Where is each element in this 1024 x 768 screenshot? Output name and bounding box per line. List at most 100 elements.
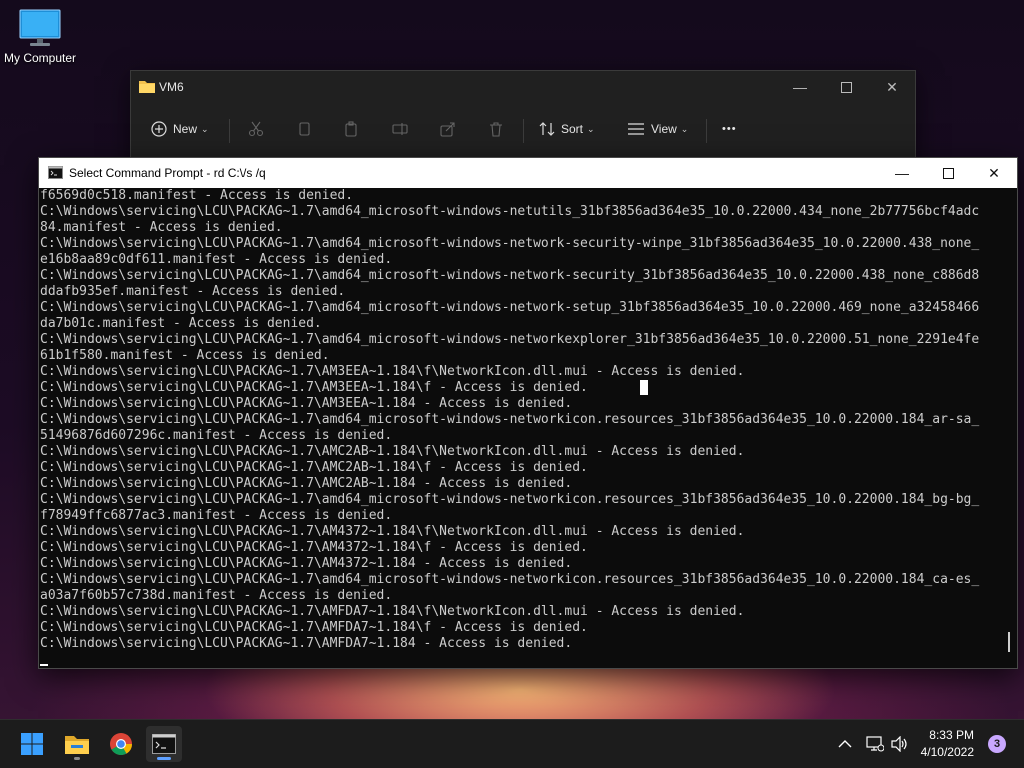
desktop-icon-my-computer[interactable]: My Computer [2,8,78,65]
toolbar-divider [706,119,707,143]
monitor-icon [19,9,61,46]
console-line: da7b01c.manifest - Access is denied. [40,316,322,331]
console-line: f6569d0c518.manifest - Access is denied. [40,188,354,203]
windows-logo-icon [21,733,43,755]
view-lines-icon [628,123,644,135]
file-explorer-taskbar-button[interactable] [59,726,95,762]
console-line: C:\Windows\servicing\LCU\PACKAG~1.7\amd6… [40,412,980,427]
console-line: f78949ffc6877ac3.manifest - Access is de… [40,508,393,523]
console-line: e16b8aa89c0df611.manifest - Access is de… [40,252,393,267]
toolbar-divider [229,119,230,143]
notification-badge[interactable]: 3 [988,735,1006,753]
clipboard-icon [345,121,357,137]
clock-time: 8:33 PM [929,728,974,742]
console-line: C:\Windows\servicing\LCU\PACKAG~1.7\amd6… [40,300,980,315]
chrome-icon [110,733,132,755]
cmd-titlebar[interactable]: Select Command Prompt - rd C:\/s /q — ✕ [39,158,1017,188]
speaker-icon [891,736,907,752]
chevron-down-icon: ⌄ [587,123,595,134]
console-line: C:\Windows\servicing\LCU\PACKAG~1.7\AMFD… [40,620,588,635]
network-status-button[interactable] [866,720,884,768]
close-button[interactable]: ✕ [869,71,915,103]
cut-button[interactable] [248,111,264,147]
running-indicator [157,757,171,760]
terminal-icon [48,166,63,179]
trash-icon [490,122,502,137]
running-indicator [74,757,80,760]
console-line: C:\Windows\servicing\LCU\PACKAG~1.7\AMC2… [40,476,573,491]
minimize-icon: — [895,165,909,181]
clock-date: 4/10/2022 [920,745,974,759]
console-line: C:\Windows\servicing\LCU\PACKAG~1.7\amd6… [40,204,980,219]
file-explorer-window[interactable]: VM6 — ✕ New ⌄ Sort ⌄ View ⌄ ••• [130,70,916,168]
sort-label: Sort [561,122,584,136]
share-icon [440,122,455,137]
console-line: 51496876d607296c.manifest - Access is de… [40,428,393,443]
console-line: ddafb935ef.manifest - Access is denied. [40,284,346,299]
chevron-down-icon: ⌄ [201,123,209,134]
console-line: C:\Windows\servicing\LCU\PACKAG~1.7\amd6… [40,236,980,251]
minimize-button[interactable]: — [879,158,925,188]
chevron-up-icon [838,740,852,748]
scrollbar[interactable] [999,188,1017,668]
terminal-icon [152,734,176,754]
console-line: C:\Windows\servicing\LCU\PACKAG~1.7\AM3E… [40,364,745,379]
explorer-title: VM6 [159,80,184,94]
view-button[interactable]: View ⌄ [627,111,688,147]
share-button[interactable] [440,111,456,147]
sort-icon [539,122,555,136]
explorer-toolbar: New ⌄ Sort ⌄ View ⌄ ••• [131,111,915,147]
maximize-icon [840,81,852,93]
folder-icon [139,81,155,93]
console-line: C:\Windows\servicing\LCU\PACKAG~1.7\amd6… [40,268,980,283]
copy-icon [299,122,310,136]
chrome-taskbar-button[interactable] [103,726,139,762]
volume-button[interactable] [891,720,909,768]
console-line: C:\Windows\servicing\LCU\PACKAG~1.7\AMC2… [40,444,745,459]
console-line: C:\Windows\servicing\LCU\PACKAG~1.7\AM43… [40,540,588,555]
folder-icon [65,736,89,754]
desktop-icon-label: My Computer [3,51,77,65]
more-options-icon: ••• [722,123,737,135]
maximize-button[interactable] [823,71,869,103]
chevron-down-icon: ⌄ [680,123,689,134]
command-prompt-window[interactable]: Select Command Prompt - rd C:\/s /q — ✕ … [38,157,1018,669]
show-hidden-icons-button[interactable] [838,720,852,768]
console-line: a03a7f60b57c738d.manifest - Access is de… [40,588,393,603]
plus-circle-icon [151,121,167,137]
new-button[interactable]: New ⌄ [151,111,209,147]
console-line: C:\Windows\servicing\LCU\PACKAG~1.7\AM43… [40,524,745,539]
rename-button[interactable] [392,111,408,147]
text-cursor [40,664,48,666]
selection-cursor [640,380,648,395]
scissors-icon [248,121,264,137]
console-line: C:\Windows\servicing\LCU\PACKAG~1.7\AM3E… [40,396,573,411]
network-icon [866,736,884,752]
console-line: C:\Windows\servicing\LCU\PACKAG~1.7\amd6… [40,572,980,587]
view-label: View [651,122,677,136]
paste-button[interactable] [343,111,359,147]
more-options-button[interactable]: ••• [722,111,737,147]
console-line: C:\Windows\servicing\LCU\PACKAG~1.7\amd6… [40,332,980,347]
console-line: C:\Windows\servicing\LCU\PACKAG~1.7\AMFD… [40,604,745,619]
command-prompt-taskbar-button[interactable] [146,726,182,762]
minimize-button[interactable]: — [777,71,823,103]
explorer-titlebar[interactable]: VM6 — ✕ [131,71,915,103]
scrollbar-thumb[interactable] [1008,632,1010,652]
rename-icon [392,123,408,135]
console-line: C:\Windows\servicing\LCU\PACKAG~1.7\AM3E… [40,380,588,395]
console-line: C:\Windows\servicing\LCU\PACKAG~1.7\AMFD… [40,636,573,651]
clock[interactable]: 8:33 PM 4/10/2022 [921,727,974,761]
console-line: 84.manifest - Access is denied. [40,220,283,235]
sort-button[interactable]: Sort ⌄ [539,111,595,147]
maximize-button[interactable] [925,158,971,188]
minimize-icon: — [793,79,807,95]
delete-button[interactable] [488,111,504,147]
console-output[interactable]: f6569d0c518.manifest - Access is denied.… [39,188,999,668]
start-button[interactable] [14,726,50,762]
taskbar: 8:33 PM 4/10/2022 3 [0,719,1024,768]
new-label: New [173,122,198,136]
console-line: C:\Windows\servicing\LCU\PACKAG~1.7\AM43… [40,556,573,571]
close-button[interactable]: ✕ [971,158,1017,188]
copy-button[interactable] [296,111,312,147]
